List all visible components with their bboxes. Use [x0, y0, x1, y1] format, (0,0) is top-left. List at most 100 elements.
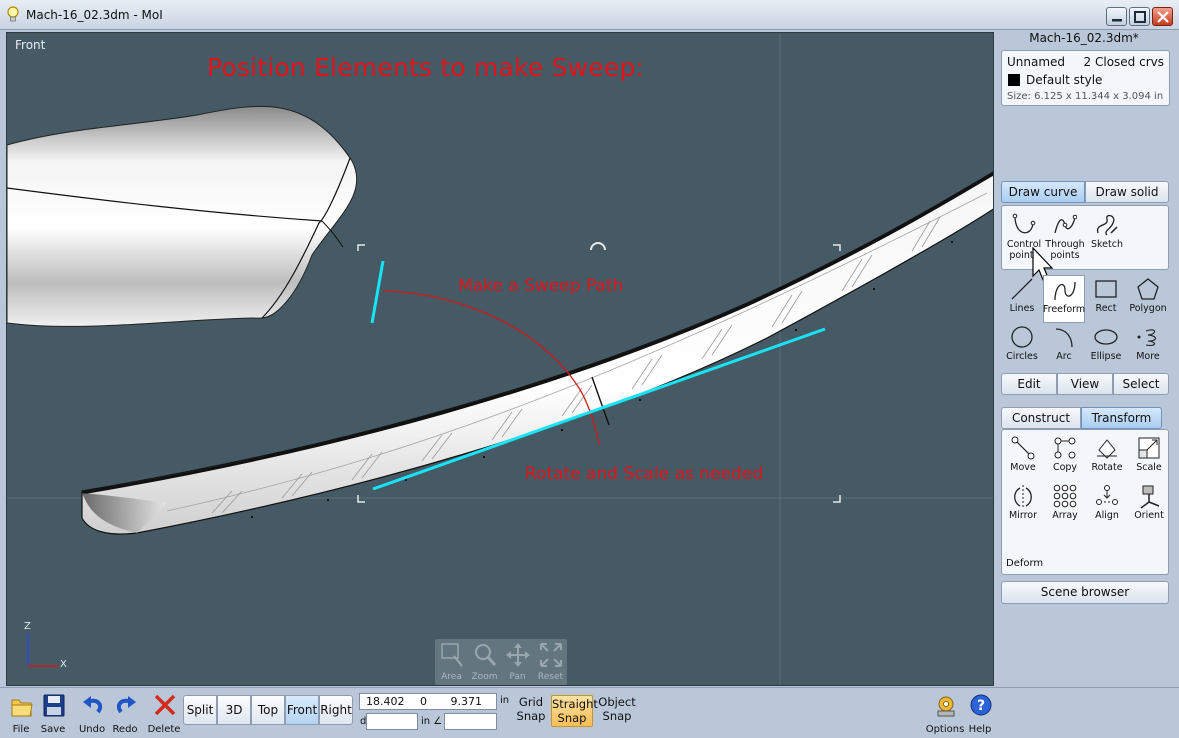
angle-input[interactable]	[444, 713, 497, 730]
mirror-tool[interactable]: Mirror	[1002, 482, 1044, 530]
scale-tool[interactable]: Scale	[1128, 434, 1170, 482]
array-icon	[1053, 484, 1077, 508]
view-3d-button[interactable]: 3D	[217, 695, 251, 725]
title-bar: Mach-16_02.3dm - MoI	[0, 0, 1179, 30]
object-name[interactable]: Unnamed	[1007, 55, 1065, 69]
move-tool[interactable]: Move	[1002, 434, 1044, 482]
close-button[interactable]	[1152, 7, 1173, 26]
select-button[interactable]: Select	[1113, 373, 1169, 395]
tab-transform[interactable]: Transform	[1081, 407, 1162, 429]
align-tool[interactable]: Align	[1086, 482, 1128, 530]
scene-browser-button[interactable]: Scene browser	[1001, 581, 1169, 604]
rotate-icon	[1097, 439, 1117, 459]
area-icon	[441, 643, 463, 667]
help-question-icon: ?	[970, 694, 992, 716]
array-tool[interactable]: Array	[1044, 482, 1086, 530]
sketch-tool[interactable]: Sketch	[1086, 211, 1128, 259]
distance-input[interactable]	[366, 713, 418, 730]
axis-indicator	[27, 633, 59, 667]
ellipse-tool[interactable]: Ellipse	[1085, 323, 1127, 371]
coord-z: 9.371	[450, 695, 483, 708]
handle-surface[interactable]	[7, 105, 358, 327]
orient-tool[interactable]: Orient	[1128, 482, 1170, 530]
options-gear-icon	[937, 696, 955, 717]
freeform-icon	[1054, 281, 1076, 301]
sketch-curve-icon	[1096, 214, 1118, 236]
coord-y: 0	[420, 695, 427, 708]
annotation-sweep-path: Make a Sweep Path	[458, 276, 624, 296]
freeform-tool[interactable]: Freeform	[1043, 275, 1085, 323]
annotation-title: Position Elements to make Sweep:	[207, 53, 645, 82]
line-icon	[1011, 278, 1033, 300]
lines-tool[interactable]: Lines	[1001, 275, 1043, 323]
nav-area-button[interactable]: Area	[435, 639, 468, 685]
edit-button[interactable]: Edit	[1001, 373, 1057, 395]
save-button[interactable]: Save	[35, 692, 71, 736]
align-icon	[1096, 485, 1118, 505]
maximize-button[interactable]	[1129, 7, 1150, 26]
redo-arrow-icon	[116, 696, 136, 714]
rotate-tool[interactable]: Rotate	[1086, 434, 1128, 482]
edit-view-select-bar: Edit View Select	[1001, 373, 1169, 395]
tab-draw-curve[interactable]: Draw curve	[1001, 181, 1085, 203]
maximize-icon	[1134, 11, 1146, 23]
redo-button[interactable]: Redo	[107, 692, 143, 736]
coord-unit: in	[500, 695, 510, 706]
magnifier-icon	[475, 644, 497, 666]
straight-snap-toggle[interactable]: Straight Snap	[551, 695, 598, 727]
bottom-toolbar: File Save Undo Redo Delete Split 3D Top …	[0, 687, 1179, 738]
coordinate-readout[interactable]: 18.402 0 9.371	[359, 693, 497, 710]
circle-icon	[1011, 326, 1033, 348]
arc-tool[interactable]: Arc	[1043, 323, 1085, 371]
deform-menu[interactable]: Deform	[1006, 558, 1043, 569]
properties-box: Unnamed 2 Closed crvs Default style Size…	[1001, 50, 1170, 106]
mirror-icon	[1014, 485, 1032, 509]
more-tool[interactable]: More	[1127, 323, 1169, 371]
nav-pan-button[interactable]: Pan	[501, 639, 534, 685]
axis-z-label: Z	[24, 621, 31, 632]
viewport-scene	[7, 33, 993, 685]
view-front-button[interactable]: Front	[285, 695, 319, 725]
view-button[interactable]: View	[1057, 373, 1113, 395]
grid-snap-toggle[interactable]: Grid Snap	[510, 695, 552, 723]
rect-tool[interactable]: Rect	[1085, 275, 1127, 323]
polygon-tool[interactable]: Polygon	[1127, 275, 1169, 323]
help-button[interactable]: ? Help	[962, 692, 998, 736]
tab-draw-solid[interactable]: Draw solid	[1085, 181, 1169, 203]
view-top-button[interactable]: Top	[251, 695, 285, 725]
curve-submenu: Control points Through points Sketch	[1001, 205, 1169, 283]
ellipse-icon	[1094, 329, 1118, 345]
lightbulb-icon	[6, 6, 20, 27]
transform-submenu: Move Copy Rotate Scale Mirror Array Alig…	[1001, 429, 1169, 575]
profile-curve-left[interactable]	[370, 260, 385, 324]
folder-icon	[11, 699, 33, 717]
delete-button[interactable]: Delete	[146, 692, 182, 736]
object-snap-toggle[interactable]: Object Snap	[596, 695, 638, 723]
undo-arrow-icon	[83, 696, 103, 714]
style-swatch[interactable]	[1008, 74, 1020, 86]
view-right-button[interactable]: Right	[319, 695, 353, 725]
style-name[interactable]: Default style	[1026, 73, 1102, 87]
selection-summary: 2 Closed crvs	[1083, 55, 1164, 69]
file-title: Mach-16_02.3dm*	[1029, 31, 1139, 45]
tab-construct[interactable]: Construct	[1001, 407, 1081, 429]
nav-zoom-button[interactable]: Zoom	[468, 639, 501, 685]
orient-icon	[1140, 485, 1160, 509]
axis-x-label: X	[60, 659, 67, 670]
minimize-button[interactable]	[1106, 7, 1127, 26]
copy-tool[interactable]: Copy	[1044, 434, 1086, 482]
front-viewport[interactable]: Front Position Elements to make Sweep: M…	[6, 32, 994, 686]
circles-tool[interactable]: Circles	[1001, 323, 1043, 371]
view-split-button[interactable]: Split	[183, 695, 217, 725]
nav-reset-button[interactable]: Reset	[534, 639, 567, 685]
arc-icon	[1055, 328, 1073, 348]
view-navigation-pad: Area Zoom Pan Reset	[435, 639, 567, 685]
floppy-disk-icon	[43, 694, 65, 717]
viewport-label[interactable]: Front	[15, 38, 45, 52]
annotation-rotate-scale: Rotate and Scale as needed	[525, 464, 763, 484]
minimize-icon	[1112, 19, 1122, 22]
object-size: Size: 6.125 x 11.344 x 3.094 in	[1007, 91, 1164, 102]
window-title: Mach-16_02.3dm - MoI	[26, 8, 163, 22]
move-icon	[1011, 436, 1035, 460]
pan-arrows-icon	[506, 643, 530, 667]
